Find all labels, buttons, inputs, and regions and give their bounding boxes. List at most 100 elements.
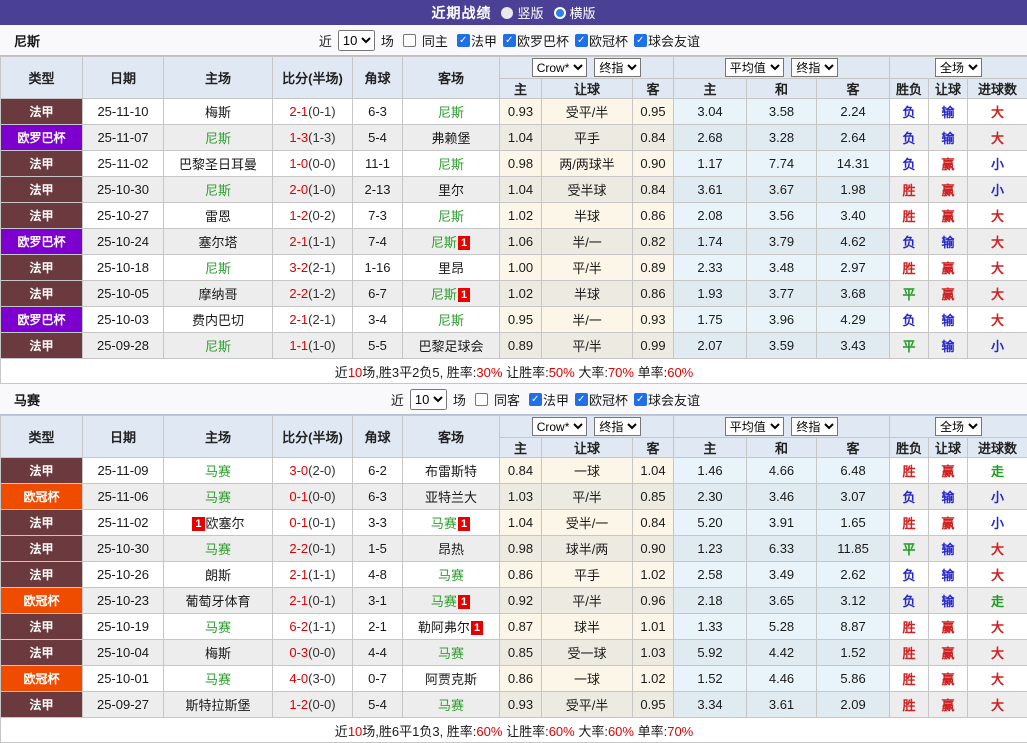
league-checkbox[interactable] bbox=[634, 393, 647, 406]
handicap-odds-cell: 0.85 bbox=[633, 484, 674, 510]
away-team-cell: 亚特兰大 bbox=[403, 484, 500, 510]
average-odds-cell: 5.20 bbox=[674, 510, 747, 536]
league-checkbox[interactable] bbox=[457, 34, 470, 47]
handicap-odds-cell: 半/一 bbox=[542, 229, 633, 255]
final-index-select-2[interactable]: 终指 bbox=[791, 417, 838, 436]
radio-vertical-label: 竖版 bbox=[517, 3, 543, 22]
result-cell: 胜 bbox=[890, 177, 929, 203]
corners-cell: 4-8 bbox=[353, 562, 403, 588]
summary-text: 单率: bbox=[634, 724, 667, 739]
scope-select[interactable]: 全场 bbox=[935, 58, 982, 77]
result-cell: 负 bbox=[890, 307, 929, 333]
same-venue-label: 同主 bbox=[422, 31, 448, 50]
score-cell: 2-1(0-1) bbox=[273, 588, 353, 614]
final-index-select[interactable]: 终指 bbox=[594, 417, 641, 436]
fulltime-score: 1-2 bbox=[289, 697, 308, 712]
date-cell: 25-10-19 bbox=[83, 614, 164, 640]
match-count-select[interactable]: 10 bbox=[338, 30, 375, 51]
final-index-select[interactable]: 终指 bbox=[594, 58, 641, 77]
result-cell: 大 bbox=[968, 99, 1027, 125]
average-select[interactable]: 平均值 bbox=[725, 417, 784, 436]
home-team-cell: 马赛 bbox=[164, 458, 273, 484]
handicap-odds-cell: 0.86 bbox=[633, 203, 674, 229]
match-count-select[interactable]: 10 bbox=[410, 389, 447, 410]
league-cell: 欧罗巴杯 bbox=[1, 307, 83, 333]
average-odds-cell: 3.48 bbox=[747, 255, 817, 281]
handicap-odds-cell: 0.84 bbox=[633, 177, 674, 203]
away-team-cell: 弗赖堡 bbox=[403, 125, 500, 151]
match-row: 欧冠杯25-10-23葡萄牙体育2-1(0-1)3-1马赛10.92平/半0.9… bbox=[1, 588, 1027, 614]
result-cell: 胜 bbox=[890, 255, 929, 281]
result-cell: 小 bbox=[968, 510, 1027, 536]
home-team-cell: 梅斯 bbox=[164, 640, 273, 666]
date-cell: 25-11-02 bbox=[83, 510, 164, 536]
corners-cell: 11-1 bbox=[353, 151, 403, 177]
corners-cell: 1-5 bbox=[353, 536, 403, 562]
result-cell: 负 bbox=[890, 562, 929, 588]
league-filters: 法甲欧罗巴杯欧冠杯球会友谊 bbox=[451, 31, 700, 50]
same-venue-checkbox[interactable] bbox=[475, 393, 488, 406]
halftime-score: (0-0) bbox=[308, 645, 335, 660]
sub-header-handicap: 让球 bbox=[542, 79, 633, 99]
result-cell: 胜 bbox=[890, 692, 929, 718]
handicap-odds-cell: 0.84 bbox=[500, 458, 542, 484]
league-checkbox[interactable] bbox=[634, 34, 647, 47]
team-label: 费内巴切 bbox=[192, 313, 244, 328]
sub-header-away-odds: 客 bbox=[633, 79, 674, 99]
odds-source-select[interactable]: Crow* bbox=[532, 58, 587, 77]
same-venue-checkbox[interactable] bbox=[403, 34, 416, 47]
radio-vertical-icon bbox=[501, 7, 513, 19]
league-checkbox[interactable] bbox=[529, 393, 542, 406]
halftime-score: (0-2) bbox=[308, 208, 335, 223]
league-cell: 欧冠杯 bbox=[1, 484, 83, 510]
result-cell: 大 bbox=[968, 640, 1027, 666]
league-checkbox[interactable] bbox=[503, 34, 516, 47]
score-cell: 2-0(1-0) bbox=[273, 177, 353, 203]
date-cell: 25-11-07 bbox=[83, 125, 164, 151]
average-odds-cell: 5.86 bbox=[817, 666, 890, 692]
summary-text: 60% bbox=[667, 365, 693, 380]
average-odds-cell: 1.65 bbox=[817, 510, 890, 536]
date-cell: 25-10-03 bbox=[83, 307, 164, 333]
home-team-cell: 梅斯 bbox=[164, 99, 273, 125]
average-odds-cell: 5.28 bbox=[747, 614, 817, 640]
average-odds-cell: 1.74 bbox=[674, 229, 747, 255]
date-cell: 25-10-18 bbox=[83, 255, 164, 281]
odds-source-select[interactable]: Crow* bbox=[532, 417, 587, 436]
handicap-odds-cell: 0.90 bbox=[633, 536, 674, 562]
average-odds-cell: 3.65 bbox=[747, 588, 817, 614]
average-odds-cell: 2.58 bbox=[674, 562, 747, 588]
team-label: 弗赖堡 bbox=[431, 131, 470, 146]
result-cell: 胜 bbox=[890, 666, 929, 692]
score-cell: 2-1(2-1) bbox=[273, 307, 353, 333]
league-checkbox[interactable] bbox=[575, 34, 588, 47]
score-cell: 4-0(3-0) bbox=[273, 666, 353, 692]
halftime-score: (1-0) bbox=[308, 182, 335, 197]
team-label: 马赛 bbox=[205, 542, 231, 557]
league-cell: 欧罗巴杯 bbox=[1, 125, 83, 151]
home-team-cell: 摩纳哥 bbox=[164, 281, 273, 307]
league-cell: 法甲 bbox=[1, 333, 83, 359]
average-odds-cell: 2.24 bbox=[817, 99, 890, 125]
summary-text: 大率: bbox=[575, 365, 608, 380]
average-odds-cell: 3.07 bbox=[817, 484, 890, 510]
match-row: 欧罗巴杯25-10-24塞尔塔2-1(1-1)7-4尼斯11.06半/一0.82… bbox=[1, 229, 1027, 255]
average-odds-cell: 1.75 bbox=[674, 307, 747, 333]
team-label: 马赛 bbox=[438, 646, 464, 661]
home-team-cell: 雷恩 bbox=[164, 203, 273, 229]
average-select[interactable]: 平均值 bbox=[725, 58, 784, 77]
league-checkbox[interactable] bbox=[575, 393, 588, 406]
handicap-odds-cell: 0.84 bbox=[633, 510, 674, 536]
corners-cell: 5-4 bbox=[353, 692, 403, 718]
final-index-select-2[interactable]: 终指 bbox=[791, 58, 838, 77]
radio-horizontal-layout[interactable]: 横版 bbox=[554, 3, 596, 22]
handicap-odds-cell: 两/两球半 bbox=[542, 151, 633, 177]
average-odds-cell: 3.96 bbox=[747, 307, 817, 333]
radio-vertical-layout[interactable]: 竖版 bbox=[501, 3, 543, 22]
corners-cell: 2-13 bbox=[353, 177, 403, 203]
result-cell: 输 bbox=[929, 125, 968, 151]
scope-select[interactable]: 全场 bbox=[935, 417, 982, 436]
summary-line: 近10场,胜6平1负3, 胜率:60% 让胜率:60% 大率:60% 单率:70… bbox=[1, 718, 1027, 743]
score-cell: 2-1(1-1) bbox=[273, 229, 353, 255]
score-cell: 0-1(0-0) bbox=[273, 484, 353, 510]
